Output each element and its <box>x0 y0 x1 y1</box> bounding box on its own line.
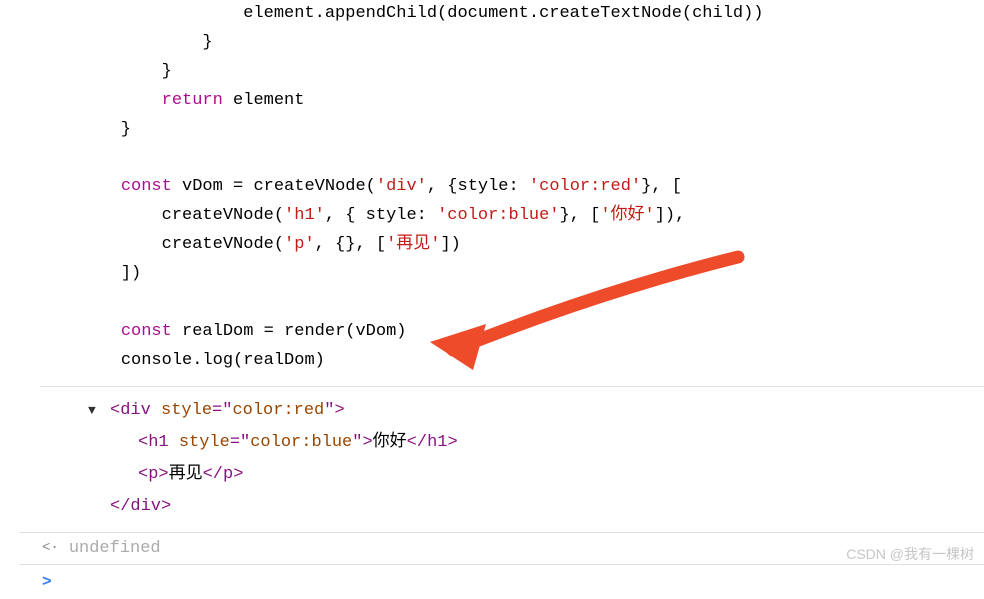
output-line[interactable]: <p>再见</p> <box>88 459 984 491</box>
code-line: const realDom = render(vDom) <box>80 318 984 347</box>
code-line: createVNode('p', {}, ['再见']) <box>80 231 984 260</box>
chevron-right-icon: > <box>42 573 52 591</box>
expand-toggle-icon[interactable]: ▼ <box>88 399 96 424</box>
code-line: element.appendChild(document.createTextN… <box>80 0 984 29</box>
code-line: const vDom = createVNode('div', {style: … <box>80 173 984 202</box>
code-line: } <box>80 58 984 87</box>
code-line: createVNode('h1', { style: 'color:blue'}… <box>80 202 984 231</box>
code-line <box>80 144 984 173</box>
code-line: ]) <box>80 260 984 289</box>
return-icon: <· <box>42 540 59 556</box>
output-line[interactable]: </div> <box>88 491 984 523</box>
console-output-block: ▼ <div style="color:red"> <h1 style="col… <box>20 387 984 532</box>
code-line: } <box>80 116 984 145</box>
code-line: return element <box>80 87 984 116</box>
output-line[interactable]: <div style="color:red"> <box>88 395 984 427</box>
return-value-row: <· undefined <box>20 532 984 565</box>
watermark: CSDN @我有一棵树 <box>846 544 974 564</box>
console-container: element.appendChild(document.createTextN… <box>0 0 984 599</box>
code-line <box>80 289 984 318</box>
output-line[interactable]: <h1 style="color:blue">你好</h1> <box>88 427 984 459</box>
code-input-block[interactable]: element.appendChild(document.createTextN… <box>20 0 984 386</box>
code-line: } <box>80 29 984 58</box>
code-line: console.log(realDom) <box>80 347 984 376</box>
return-value: undefined <box>69 539 161 558</box>
